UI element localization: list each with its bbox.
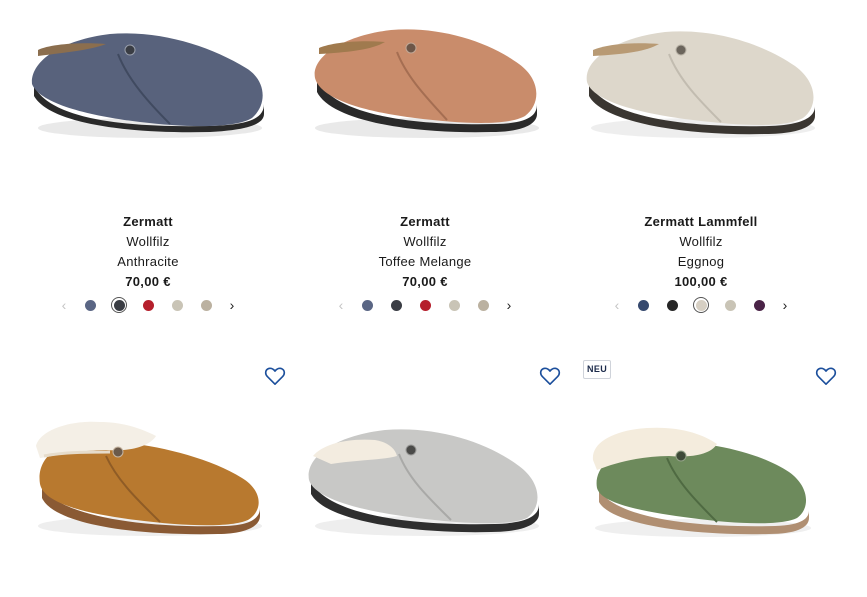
chevron-left-icon[interactable]: ‹ xyxy=(59,298,69,312)
product-material: Wollfilz xyxy=(126,234,170,249)
color-swatch-selected[interactable] xyxy=(111,297,127,313)
color-swatches: ‹ › xyxy=(10,295,286,315)
product-material: Wollfilz xyxy=(403,234,447,249)
product-image[interactable] xyxy=(287,386,563,586)
color-swatch[interactable] xyxy=(198,297,214,313)
chevron-right-icon[interactable]: › xyxy=(780,298,790,312)
color-swatch[interactable] xyxy=(635,297,651,313)
color-swatch[interactable] xyxy=(169,297,185,313)
color-swatch[interactable] xyxy=(82,297,98,313)
product-name[interactable]: Zermatt xyxy=(287,212,563,232)
product-image[interactable] xyxy=(563,386,839,586)
color-swatch[interactable] xyxy=(475,297,491,313)
color-swatch-selected[interactable] xyxy=(693,297,709,313)
chevron-right-icon[interactable]: › xyxy=(504,298,514,312)
product-image[interactable] xyxy=(10,0,286,200)
chevron-right-icon[interactable]: › xyxy=(227,298,237,312)
color-swatch[interactable] xyxy=(417,297,433,313)
color-swatch[interactable] xyxy=(388,297,404,313)
product-price: 70,00 € xyxy=(402,274,448,289)
heart-outline-icon[interactable] xyxy=(539,366,561,386)
color-swatch[interactable] xyxy=(446,297,462,313)
heart-outline-icon[interactable] xyxy=(815,366,837,386)
color-swatches: ‹ › xyxy=(563,295,839,315)
product-name[interactable]: Zermatt xyxy=(10,212,286,232)
product-grid: Zermatt Wollfilz Anthracite 70,00 € ‹ › xyxy=(0,0,867,597)
product-color: Eggnog xyxy=(677,254,725,269)
product-color: Anthracite xyxy=(117,254,179,269)
product-price: 70,00 € xyxy=(125,274,171,289)
product-image[interactable] xyxy=(287,0,563,200)
color-swatch[interactable] xyxy=(664,297,680,313)
product-price: 100,00 € xyxy=(674,274,728,289)
product-name[interactable]: Zermatt Lammfell xyxy=(563,212,839,232)
product-image[interactable] xyxy=(563,0,839,200)
color-swatch[interactable] xyxy=(140,297,156,313)
product-color: Toffee Melange xyxy=(378,254,472,269)
color-swatch[interactable] xyxy=(751,297,767,313)
heart-outline-icon[interactable] xyxy=(264,366,286,386)
color-swatch[interactable] xyxy=(722,297,738,313)
chevron-left-icon[interactable]: ‹ xyxy=(336,298,346,312)
color-swatches: ‹ › xyxy=(287,295,563,315)
color-swatch[interactable] xyxy=(359,297,375,313)
product-material: Wollfilz xyxy=(679,234,723,249)
chevron-left-icon[interactable]: ‹ xyxy=(612,298,622,312)
product-image[interactable] xyxy=(10,386,286,586)
new-badge: NEU xyxy=(583,360,612,379)
